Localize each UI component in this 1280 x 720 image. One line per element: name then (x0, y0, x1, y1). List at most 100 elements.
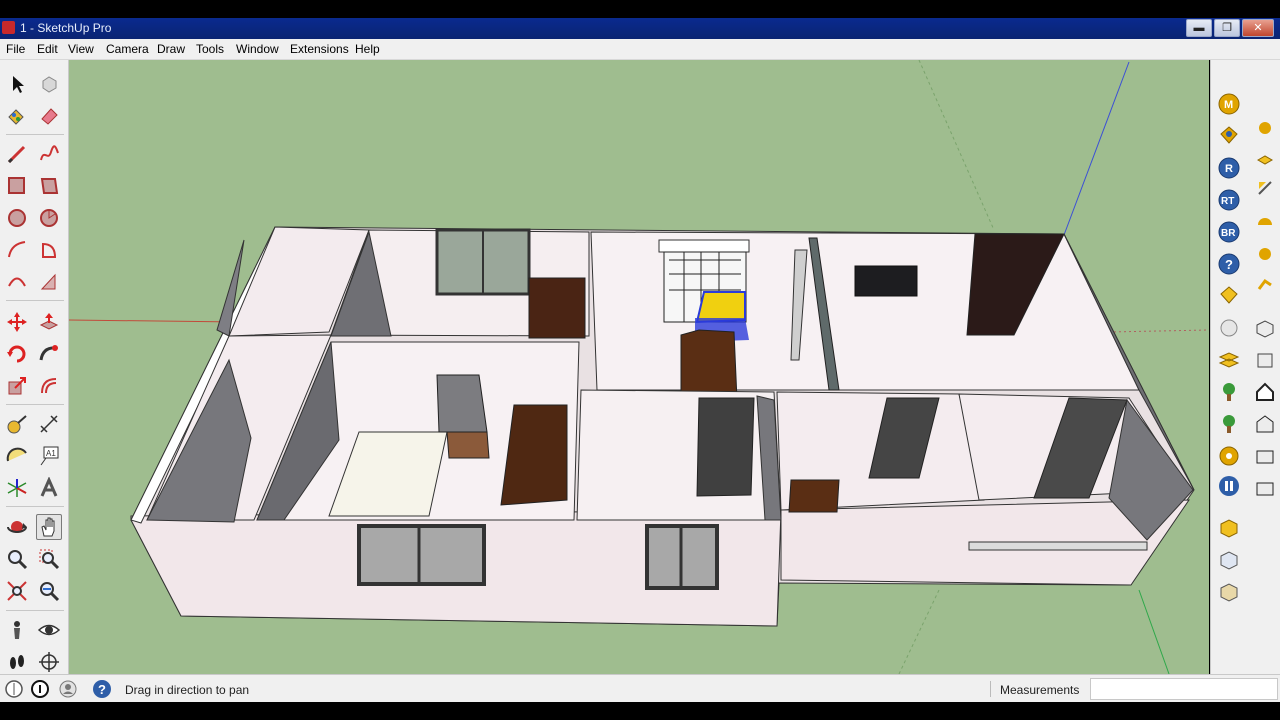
look-around-icon[interactable] (37, 618, 61, 642)
dome-icon[interactable] (1253, 208, 1277, 232)
menu-draw[interactable]: Draw (157, 42, 185, 56)
measurements-label: Measurements (1000, 683, 1080, 697)
gold-sphere-2-icon[interactable] (1253, 242, 1277, 266)
menu-window[interactable]: Window (236, 42, 279, 56)
credits-icon[interactable] (28, 677, 52, 701)
paint-bucket-icon[interactable] (5, 104, 29, 128)
house-icon[interactable] (1253, 380, 1277, 404)
zoom-extents-icon[interactable] (5, 579, 29, 603)
menu-file[interactable]: File (6, 42, 25, 56)
extensions-toolbar: M R RT BR ? (1210, 60, 1280, 674)
minimize-button[interactable]: ▬ (1186, 19, 1212, 37)
green-axis-dotted (918, 60, 995, 231)
right-window-frame (788, 479, 840, 513)
render-m-icon[interactable]: M (1217, 92, 1241, 116)
plane-icon[interactable] (1253, 148, 1277, 172)
tag-icon[interactable] (1217, 284, 1241, 308)
rectangle-icon[interactable] (5, 174, 29, 198)
user-account-icon[interactable] (56, 677, 80, 701)
front-balcony-rail (968, 541, 1148, 551)
make-component-icon[interactable] (37, 72, 61, 96)
section-plane-icon[interactable] (37, 650, 61, 674)
menu-extensions[interactable]: Extensions (290, 42, 349, 56)
tree-2-icon[interactable] (1217, 412, 1241, 436)
render-br-icon[interactable]: BR (1217, 220, 1241, 244)
menu-edit[interactable]: Edit (37, 42, 58, 56)
component-cube-icon[interactable] (1217, 516, 1241, 540)
settings-gear-icon[interactable] (1217, 444, 1241, 468)
instructor-help-icon[interactable]: ? (90, 677, 114, 701)
three-point-arc-icon[interactable] (5, 270, 29, 294)
screen-bottom-border (0, 702, 1280, 720)
large-tool-set-toolbar: A1 (0, 60, 69, 674)
scale-icon[interactable] (5, 374, 29, 398)
render-r-icon[interactable]: R (1217, 156, 1241, 180)
help-icon[interactable]: ? (1217, 252, 1241, 276)
status-divider (990, 681, 991, 697)
move-icon[interactable] (5, 310, 29, 334)
rotated-rectangle-icon[interactable] (37, 174, 61, 198)
sketchup-app-icon[interactable] (2, 21, 15, 34)
geolocation-icon[interactable] (2, 677, 26, 701)
title-bar: 1 - SketchUp Pro ▬ ❐ ✕ (0, 18, 1280, 39)
arrow-flag-icon[interactable] (1253, 176, 1277, 200)
3d-text-icon[interactable] (37, 476, 61, 500)
box-side-icon[interactable] (1253, 348, 1277, 372)
position-camera-icon[interactable] (5, 618, 29, 642)
polygon-icon[interactable] (37, 206, 61, 230)
circle-icon[interactable] (5, 206, 29, 230)
dimension-icon[interactable] (37, 412, 61, 436)
text-icon[interactable]: A1 (37, 444, 61, 468)
line-icon[interactable] (5, 142, 29, 166)
two-point-arc-icon[interactable] (37, 270, 61, 294)
menu-camera[interactable]: Camera (106, 42, 149, 56)
walk-icon[interactable] (5, 650, 29, 674)
render-rt-icon[interactable]: RT (1217, 188, 1241, 212)
rotate-icon[interactable] (5, 342, 29, 366)
push-pull-icon[interactable] (37, 310, 61, 334)
axes-icon[interactable] (5, 476, 29, 500)
offset-icon[interactable] (37, 374, 61, 398)
hook-icon[interactable] (1253, 272, 1277, 296)
svg-text:A1: A1 (46, 449, 56, 458)
pause-icon[interactable] (1217, 474, 1241, 498)
wall-tv (854, 265, 918, 297)
maximize-button[interactable]: ❐ (1214, 19, 1240, 37)
zoom-icon[interactable] (5, 547, 29, 571)
menu-help[interactable]: Help (355, 42, 380, 56)
orbit-icon[interactable] (5, 515, 29, 539)
sphere-icon[interactable] (1217, 316, 1241, 340)
house-model-scene[interactable] (69, 60, 1209, 674)
eraser-icon[interactable] (37, 104, 61, 128)
wardrobe (436, 374, 488, 433)
tree-icon[interactable] (1217, 380, 1241, 404)
arc-icon[interactable] (5, 238, 29, 262)
box-open-icon[interactable] (1253, 316, 1277, 340)
blue-axis-line (1063, 61, 1130, 236)
select-tool-icon[interactable] (5, 72, 29, 96)
red-axis-dotted (1108, 329, 1209, 333)
zoom-window-icon[interactable] (37, 547, 61, 571)
pie-icon[interactable] (37, 238, 61, 262)
cube-3-icon[interactable] (1217, 580, 1241, 604)
protractor-icon[interactable] (5, 444, 29, 468)
gold-sphere-icon[interactable] (1253, 116, 1277, 140)
follow-me-icon[interactable] (37, 342, 61, 366)
menu-view[interactable]: View (68, 42, 94, 56)
measurements-input[interactable] (1090, 678, 1278, 700)
close-button[interactable]: ✕ (1242, 19, 1274, 37)
model-viewport[interactable] (69, 60, 1209, 674)
cube-2-icon[interactable] (1217, 548, 1241, 572)
tape-measure-icon[interactable] (5, 412, 29, 436)
layers-icon[interactable] (1217, 348, 1241, 372)
pan-icon[interactable] (36, 514, 62, 540)
red-axis-line (69, 319, 240, 323)
nightstand (446, 431, 490, 459)
box-2-icon[interactable] (1253, 444, 1277, 468)
box-3-icon[interactable] (1253, 476, 1277, 500)
previous-view-icon[interactable] (37, 579, 61, 603)
house-2-icon[interactable] (1253, 412, 1277, 436)
freehand-icon[interactable] (37, 142, 61, 166)
menu-tools[interactable]: Tools (196, 42, 224, 56)
material-tag-icon[interactable] (1217, 124, 1241, 148)
